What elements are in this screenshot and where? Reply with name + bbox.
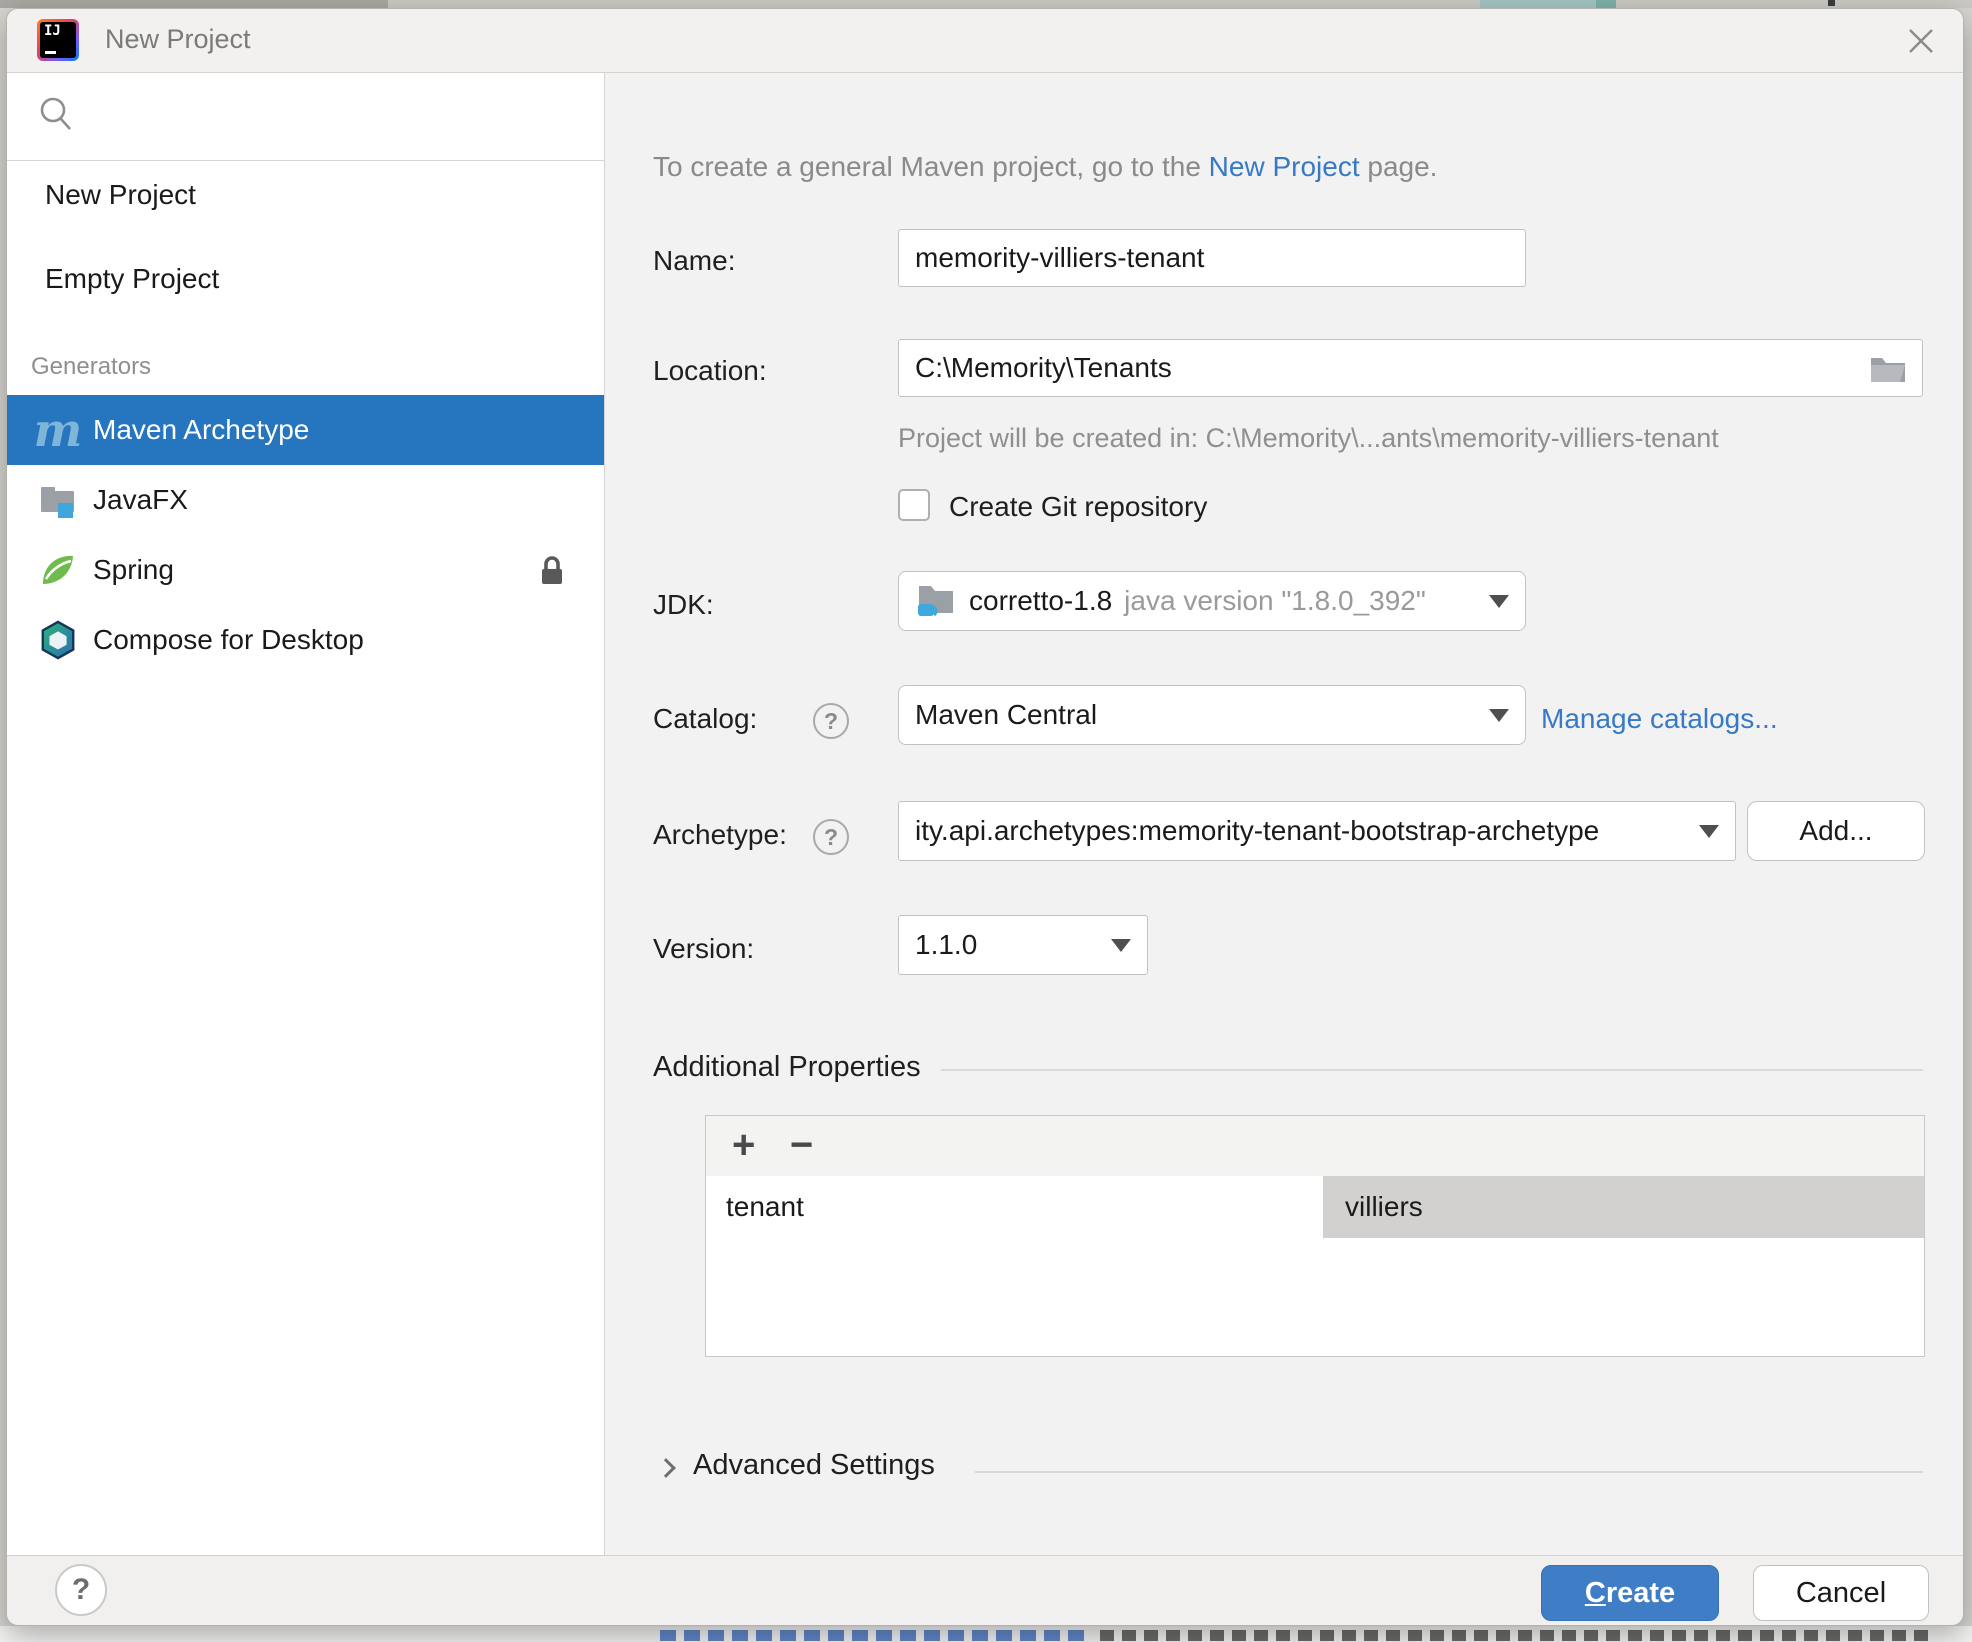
sidebar-item-label: Compose for Desktop [93, 624, 364, 656]
create-git-label[interactable]: Create Git repository [949, 491, 1207, 523]
property-value-cell[interactable]: villiers [1323, 1176, 1924, 1238]
catalog-combobox[interactable]: Maven Central [898, 685, 1526, 745]
new-project-dialog: IJ New Project New Project Empty Project… [6, 8, 1964, 1626]
clipped-background-text [1100, 1630, 1928, 1641]
additional-properties-table: tenant villiers [705, 1115, 1925, 1357]
create-button[interactable]: Create [1541, 1565, 1719, 1621]
background-segment [1480, 0, 1596, 8]
create-button-label: Create [1585, 1577, 1675, 1610]
sidebar-item-compose-for-desktop[interactable]: Compose for Desktop [7, 605, 604, 675]
sidebar-item-empty-project[interactable]: Empty Project [7, 255, 604, 303]
background-segment [0, 0, 388, 8]
jdk-version: java version "1.8.0_392" [1124, 585, 1426, 617]
table-row[interactable]: tenant villiers [706, 1176, 1924, 1238]
help-button[interactable]: ? [55, 1564, 107, 1616]
catalog-value: Maven Central [915, 699, 1097, 731]
version-combobox[interactable]: 1.1.0 [898, 915, 1148, 975]
background-segment [1828, 0, 1835, 6]
sidebar-item-spring[interactable]: Spring [7, 535, 604, 605]
dialog-title: New Project [105, 24, 251, 55]
project-location-note: Project will be created in: C:\Memority\… [898, 423, 1719, 454]
name-input[interactable] [898, 229, 1526, 287]
spring-leaf-icon [35, 547, 81, 593]
sidebar-item-label: JavaFX [93, 484, 188, 516]
hint-suffix: page. [1360, 151, 1438, 182]
location-input[interactable] [898, 339, 1923, 397]
sidebar-search[interactable] [7, 73, 604, 161]
generators-section-label: Generators [31, 353, 151, 381]
cancel-button[interactable]: Cancel [1753, 1565, 1929, 1621]
generators-sidebar: New Project Empty Project Generators m M… [7, 73, 605, 1555]
section-divider [941, 1069, 1923, 1071]
additional-properties-title: Additional Properties [653, 1051, 921, 1084]
jdk-label: JDK: [653, 589, 714, 621]
sidebar-item-maven-archetype[interactable]: m Maven Archetype [7, 395, 604, 465]
search-icon [37, 95, 77, 137]
lock-icon [538, 554, 566, 588]
section-divider [975, 1471, 1923, 1473]
javafx-folder-icon [35, 477, 81, 523]
chevron-right-icon[interactable] [656, 1458, 676, 1478]
browse-folder-icon[interactable] [1869, 353, 1907, 385]
version-label: Version: [653, 933, 754, 965]
add-archetype-button[interactable]: Add... [1747, 801, 1925, 861]
background-app-strip [0, 0, 1972, 8]
jdk-name: corretto-1.8 [969, 585, 1112, 617]
plus-icon[interactable] [732, 1116, 755, 1176]
new-project-link[interactable]: New Project [1209, 151, 1360, 182]
archetype-label: Archetype: [653, 819, 787, 851]
archetype-combobox[interactable]: ity.api.archetypes:memority-tenant-boots… [898, 801, 1736, 861]
jdk-folder-cup-icon [915, 582, 957, 620]
maven-hint-text: To create a general Maven project, go to… [653, 151, 1437, 183]
properties-toolbar [706, 1116, 1924, 1176]
clipped-background-text [660, 1630, 1092, 1641]
hint-prefix: To create a general Maven project, go to… [653, 151, 1209, 182]
version-value: 1.1.0 [915, 929, 977, 961]
chevron-down-icon [1111, 939, 1131, 952]
archetype-help-icon[interactable] [813, 819, 849, 855]
create-git-checkbox[interactable] [898, 489, 930, 521]
advanced-settings-toggle[interactable]: Advanced Settings [693, 1449, 935, 1482]
maven-m-icon: m [35, 407, 81, 453]
archetype-value: ity.api.archetypes:memority-tenant-boots… [915, 815, 1599, 847]
chevron-down-icon [1489, 595, 1509, 608]
background-segment [1596, 0, 1616, 8]
sidebar-item-new-project[interactable]: New Project [7, 171, 604, 219]
minus-icon[interactable] [790, 1116, 813, 1176]
location-label: Location: [653, 355, 767, 387]
chevron-down-icon [1489, 709, 1509, 722]
name-label: Name: [653, 245, 735, 277]
background-window-sliver [0, 1626, 1972, 1642]
manage-catalogs-link[interactable]: Manage catalogs... [1541, 703, 1778, 735]
dialog-footer: ? Create Cancel [7, 1555, 1963, 1625]
catalog-help-icon[interactable] [813, 703, 849, 739]
property-key-cell[interactable]: tenant [706, 1176, 1323, 1238]
catalog-label: Catalog: [653, 703, 757, 735]
dialog-titlebar[interactable]: IJ New Project [7, 9, 1963, 73]
close-icon[interactable] [1905, 25, 1937, 57]
sidebar-item-label: Spring [93, 554, 174, 586]
jdk-combobox[interactable]: corretto-1.8 java version "1.8.0_392" [898, 571, 1526, 631]
chevron-down-icon [1699, 825, 1719, 838]
intellij-logo-icon: IJ [37, 19, 79, 61]
sidebar-item-javafx[interactable]: JavaFX [7, 465, 604, 535]
compose-hexagon-icon [35, 617, 81, 663]
sidebar-item-label: Maven Archetype [93, 414, 309, 446]
